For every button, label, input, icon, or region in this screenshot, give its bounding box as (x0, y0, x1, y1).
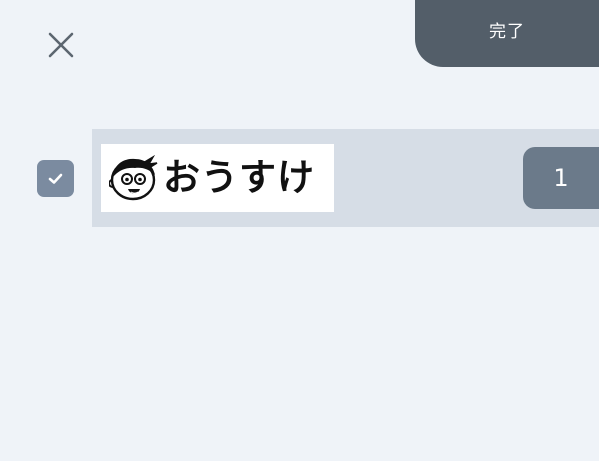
quantity-badge[interactable]: 1 (523, 147, 599, 209)
name-label-row[interactable]: おうすけ 1 (92, 129, 599, 227)
done-button[interactable]: 完了 (415, 0, 599, 67)
cartoon-boy-face-icon (109, 155, 159, 201)
done-button-label: 完了 (489, 22, 525, 42)
item-checkbox[interactable] (37, 160, 74, 197)
checkmark-icon (48, 173, 63, 184)
name-text: おうすけ (163, 156, 315, 199)
close-button[interactable] (42, 26, 80, 64)
quantity-value: 1 (553, 164, 569, 192)
name-label-preview: おうすけ (101, 144, 334, 212)
close-icon (48, 32, 74, 58)
